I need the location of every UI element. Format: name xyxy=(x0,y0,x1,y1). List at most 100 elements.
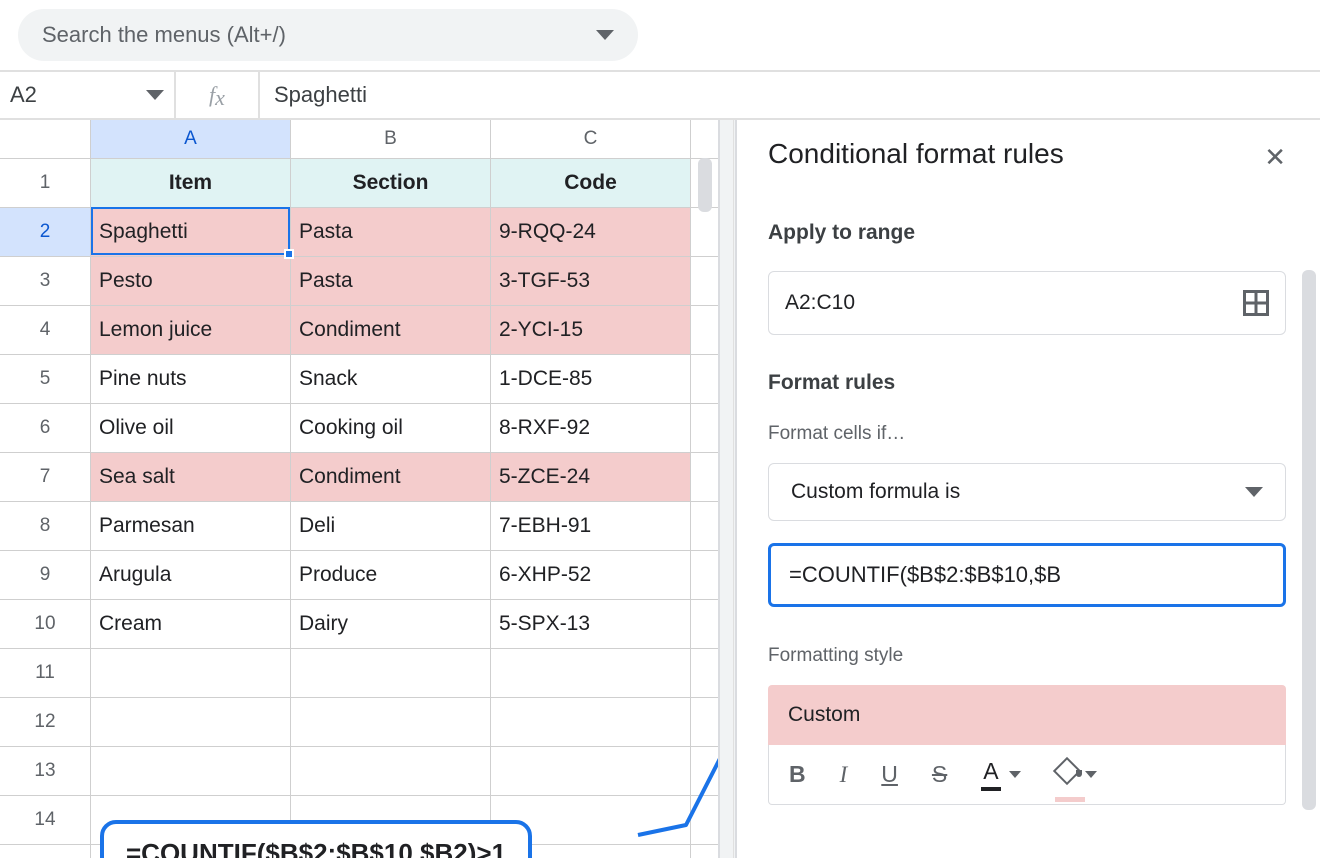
panel-divider xyxy=(718,120,733,858)
data-cell[interactable]: Sea salt xyxy=(91,453,291,501)
select-all-corner[interactable] xyxy=(0,120,91,158)
data-cell[interactable]: Lemon juice xyxy=(91,306,291,354)
empty-cell[interactable] xyxy=(491,747,691,795)
data-cell[interactable]: 6-XHP-52 xyxy=(491,551,691,599)
fx-icon: fx xyxy=(174,72,260,118)
menu-search-input[interactable]: Search the menus (Alt+/) xyxy=(18,9,638,61)
data-cell[interactable]: Cooking oil xyxy=(291,404,491,452)
data-cell[interactable]: 9-RQQ-24 xyxy=(491,208,691,256)
custom-formula-value: =COUNTIF($B$2:$B$10,$B xyxy=(789,562,1061,588)
name-box[interactable]: A2 xyxy=(0,82,174,108)
column-header[interactable]: B xyxy=(291,120,491,158)
data-cell[interactable]: Pasta xyxy=(291,257,491,305)
empty-cell[interactable] xyxy=(491,649,691,697)
row-header[interactable]: 14 xyxy=(0,796,91,844)
close-icon[interactable]: ✕ xyxy=(1264,142,1286,173)
paint-bucket-icon xyxy=(1055,764,1077,786)
formula-bar: A2 fx Spaghetti xyxy=(0,70,1320,120)
spreadsheet-grid[interactable]: ABC 1ItemSectionCode 2SpaghettiPasta9-RQQ… xyxy=(0,120,718,858)
data-cell[interactable]: 5-ZCE-24 xyxy=(491,453,691,501)
row-header[interactable]: 15 xyxy=(0,845,91,858)
data-cell[interactable]: Olive oil xyxy=(91,404,291,452)
row-header[interactable]: 9 xyxy=(0,551,91,599)
menu-search-bar: Search the menus (Alt+/) xyxy=(0,0,1320,70)
header-cell[interactable]: Code xyxy=(491,159,691,207)
format-cells-if-label: Format cells if… xyxy=(768,423,1286,445)
column-header[interactable]: A xyxy=(91,120,291,158)
italic-button[interactable]: I xyxy=(840,762,848,788)
data-cell[interactable]: Pine nuts xyxy=(91,355,291,403)
data-cell[interactable]: 1-DCE-85 xyxy=(491,355,691,403)
header-cell[interactable]: Item xyxy=(91,159,291,207)
data-cell[interactable]: 5-SPX-13 xyxy=(491,600,691,648)
row-header[interactable]: 13 xyxy=(0,747,91,795)
formula-callout-bubble: =COUNTIF($B$2:$B$10,$B2)>1 xyxy=(100,820,532,858)
row-header[interactable]: 7 xyxy=(0,453,91,501)
data-cell[interactable]: Condiment xyxy=(291,306,491,354)
empty-cell[interactable] xyxy=(291,649,491,697)
bold-button[interactable]: B xyxy=(789,761,806,788)
text-color-button[interactable]: A xyxy=(981,758,1020,791)
vertical-scrollbar-thumb[interactable] xyxy=(698,158,712,212)
format-rules-label: Format rules xyxy=(768,371,1286,395)
condition-value: Custom formula is xyxy=(791,480,960,504)
condition-select[interactable]: Custom formula is xyxy=(768,463,1286,521)
data-cell[interactable]: 2-YCI-15 xyxy=(491,306,691,354)
empty-cell[interactable] xyxy=(91,747,291,795)
callout-text: =COUNTIF($B$2:$B$10,$B2)>1 xyxy=(126,838,506,858)
data-cell[interactable]: 3-TGF-53 xyxy=(491,257,691,305)
panel-scrollbar-thumb[interactable] xyxy=(1302,270,1316,810)
search-placeholder: Search the menus (Alt+/) xyxy=(42,22,286,48)
chevron-down-icon xyxy=(1085,771,1097,778)
data-cell[interactable]: Snack xyxy=(291,355,491,403)
strike-button[interactable]: S xyxy=(932,761,947,788)
formula-input[interactable]: Spaghetti xyxy=(260,72,1320,118)
data-cell[interactable]: Spaghetti xyxy=(91,208,291,256)
custom-formula-input[interactable]: =COUNTIF($B$2:$B$10,$B xyxy=(768,543,1286,607)
empty-cell[interactable] xyxy=(91,649,291,697)
apply-to-range-label: Apply to range xyxy=(768,221,1286,245)
row-header[interactable]: 6 xyxy=(0,404,91,452)
chevron-down-icon xyxy=(1009,771,1021,778)
chevron-down-icon xyxy=(1245,487,1263,497)
data-cell[interactable]: Condiment xyxy=(291,453,491,501)
row-header[interactable]: 8 xyxy=(0,502,91,550)
conditional-format-panel: Conditional format rules ✕ Apply to rang… xyxy=(733,120,1320,858)
row-header[interactable]: 3 xyxy=(0,257,91,305)
formula-input-value: Spaghetti xyxy=(274,82,367,108)
data-cell[interactable]: Cream xyxy=(91,600,291,648)
data-cell[interactable]: Pesto xyxy=(91,257,291,305)
data-cell[interactable]: Deli xyxy=(291,502,491,550)
underline-button[interactable]: U xyxy=(881,761,898,788)
name-box-value: A2 xyxy=(10,82,37,108)
empty-cell[interactable] xyxy=(291,698,491,746)
data-cell[interactable]: Produce xyxy=(291,551,491,599)
row-header[interactable]: 11 xyxy=(0,649,91,697)
apply-to-range-input[interactable]: A2:C10 xyxy=(768,271,1286,335)
data-cell[interactable]: 8-RXF-92 xyxy=(491,404,691,452)
style-preview[interactable]: Custom xyxy=(768,685,1286,745)
header-cell[interactable]: Section xyxy=(291,159,491,207)
chevron-down-icon xyxy=(596,30,614,40)
row-header[interactable]: 5 xyxy=(0,355,91,403)
chevron-down-icon xyxy=(146,90,164,100)
fill-color-button[interactable] xyxy=(1055,764,1097,786)
empty-cell[interactable] xyxy=(491,698,691,746)
empty-cell[interactable] xyxy=(91,698,291,746)
row-header[interactable]: 1 xyxy=(0,159,91,207)
column-header[interactable]: C xyxy=(491,120,691,158)
data-cell[interactable]: Arugula xyxy=(91,551,291,599)
panel-title: Conditional format rules xyxy=(768,138,1064,170)
empty-cell[interactable] xyxy=(291,747,491,795)
data-cell[interactable]: Parmesan xyxy=(91,502,291,550)
row-header[interactable]: 4 xyxy=(0,306,91,354)
data-cell[interactable]: 7-EBH-91 xyxy=(491,502,691,550)
row-header[interactable]: 10 xyxy=(0,600,91,648)
fill-color-swatch xyxy=(1055,797,1085,802)
grid-select-icon[interactable] xyxy=(1243,290,1269,316)
data-cell[interactable]: Pasta xyxy=(291,208,491,256)
text-color-a: A xyxy=(981,758,1000,791)
row-header[interactable]: 12 xyxy=(0,698,91,746)
row-header[interactable]: 2 xyxy=(0,208,91,256)
data-cell[interactable]: Dairy xyxy=(291,600,491,648)
